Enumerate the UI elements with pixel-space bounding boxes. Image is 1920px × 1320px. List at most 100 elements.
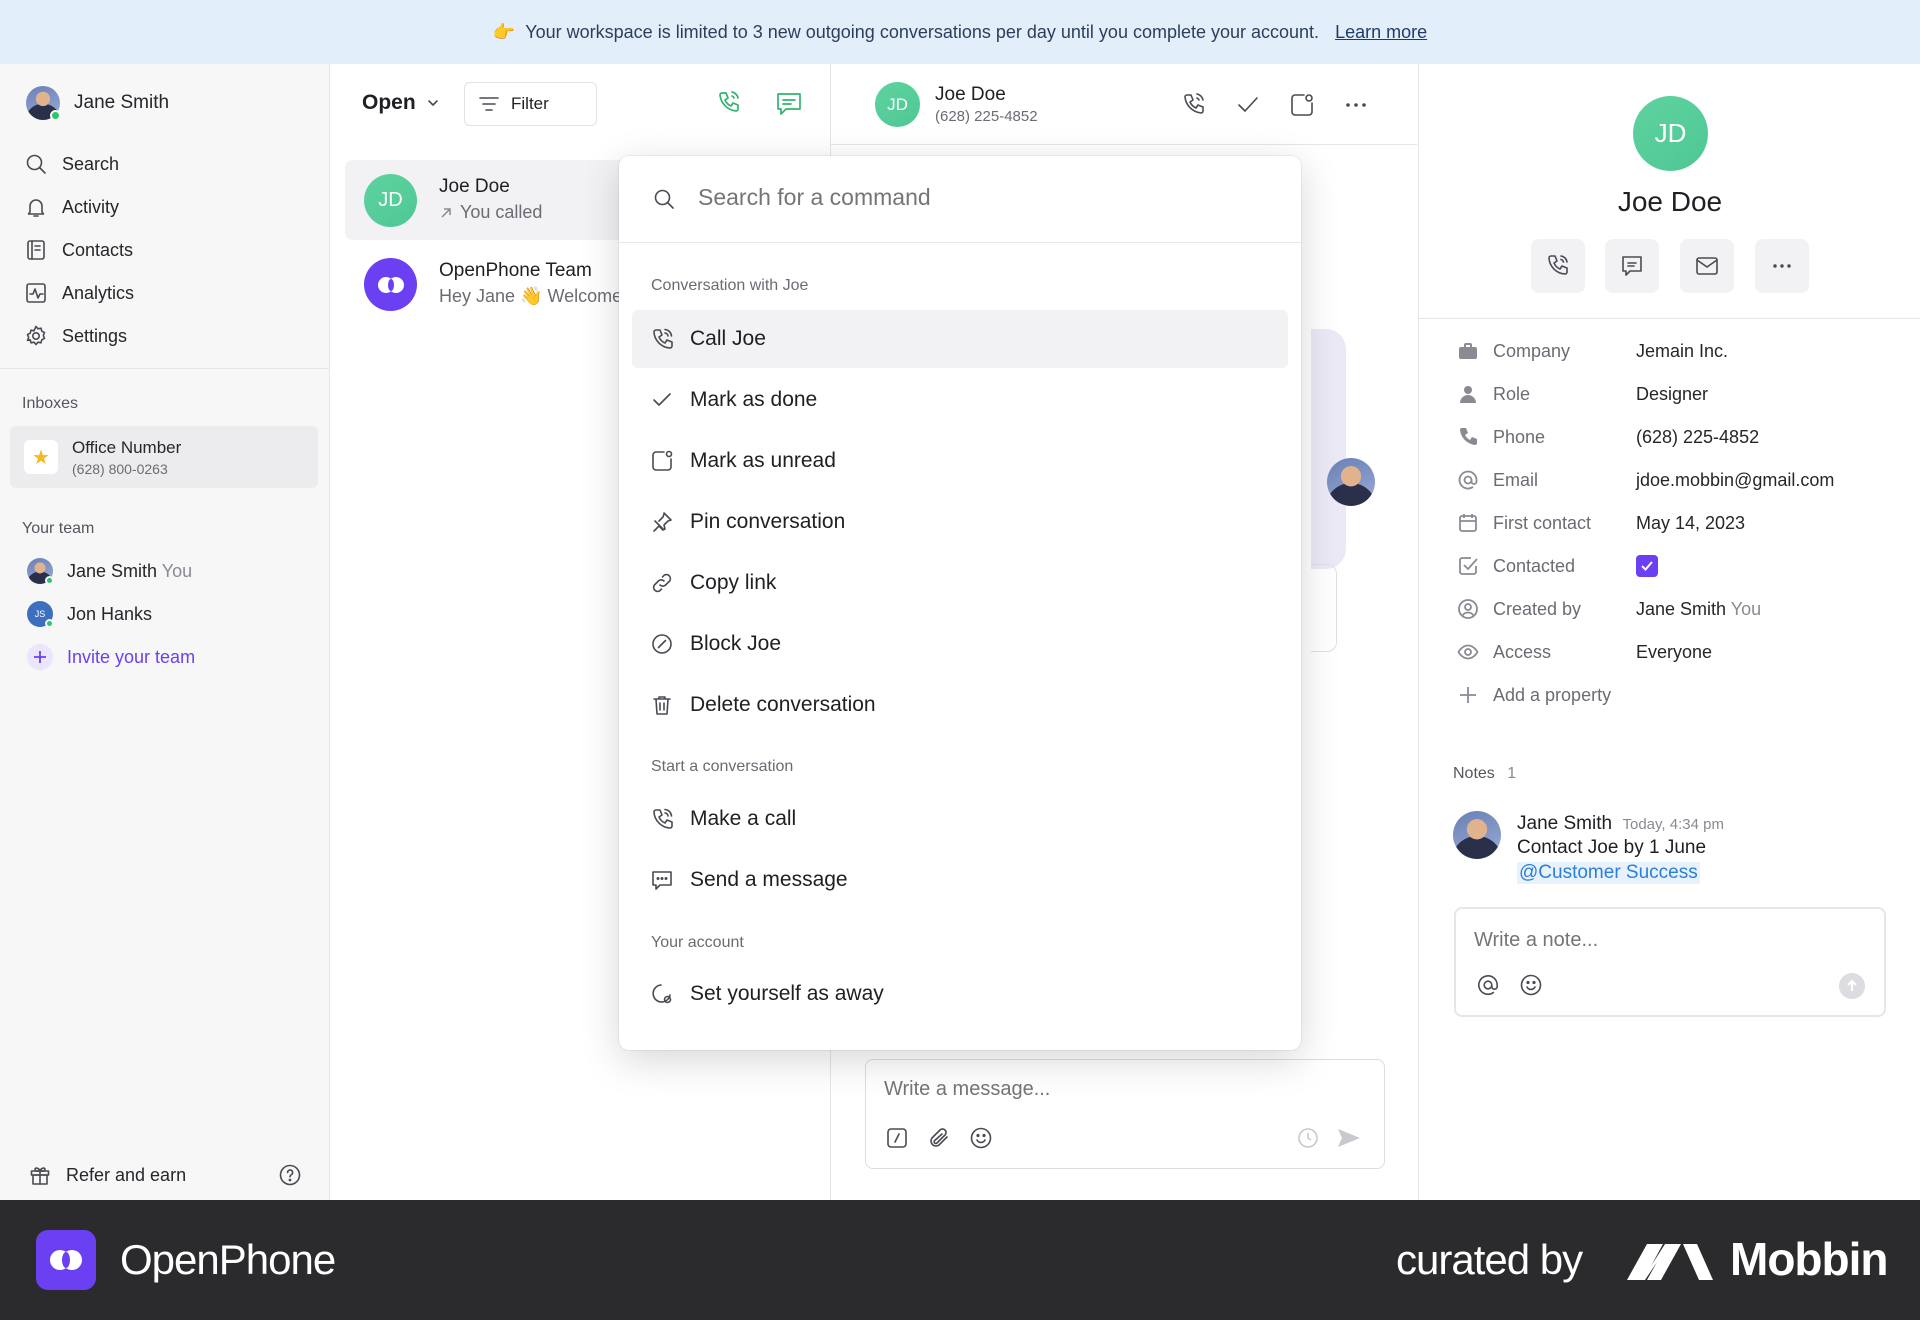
team-member-name: Jane Smith	[67, 560, 158, 581]
more-icon	[1769, 253, 1795, 279]
phone-icon	[650, 327, 674, 351]
property-label: Contacted	[1493, 555, 1576, 576]
user-circle-icon	[1457, 598, 1479, 620]
contact-more-button[interactable]	[1755, 239, 1809, 293]
help-icon[interactable]	[278, 1163, 302, 1187]
sidebar-item-activity[interactable]: Activity	[24, 195, 119, 219]
sidebar: Jane Smith Search Activity Contacts Anal…	[0, 64, 330, 1200]
command-search	[619, 156, 1301, 243]
command-call-joe[interactable]: Call Joe	[632, 310, 1288, 368]
emoji-icon[interactable]	[969, 1126, 993, 1150]
filter-button[interactable]: Filter	[464, 82, 597, 126]
note-input[interactable]	[1474, 929, 1864, 952]
command-pin-conversation[interactable]: Pin conversation	[632, 493, 1288, 551]
contact-email-button[interactable]	[1680, 239, 1734, 293]
call-icon[interactable]	[1180, 91, 1208, 119]
conversation-preview: Hey Jane 👋 Welcome	[439, 286, 623, 306]
attachment-icon[interactable]	[927, 1126, 951, 1150]
contact-call-button[interactable]	[1531, 239, 1585, 293]
briefcase-icon	[1457, 340, 1479, 362]
property-first-contact[interactable]: First contact May 14, 2023	[1457, 512, 1745, 534]
mark-unread-icon	[650, 449, 674, 473]
command-set-yourself-as-away[interactable]: Set yourself as away	[632, 965, 1288, 1023]
note-mention[interactable]: @Customer Success	[1517, 862, 1700, 884]
status-dropdown[interactable]: Open	[362, 91, 440, 115]
send-icon[interactable]	[1336, 1126, 1362, 1150]
team-member-avatar: JS	[27, 601, 54, 628]
team-member-jane[interactable]: Jane Smith You	[27, 558, 193, 585]
property-role[interactable]: Role Designer	[1457, 383, 1708, 405]
inbox-office-number[interactable]: ★ Office Number (628) 800-0263	[10, 426, 318, 488]
command-delete-conversation[interactable]: Delete conversation	[632, 676, 1288, 734]
team-member-avatar	[27, 558, 54, 585]
star-icon: ★	[24, 440, 58, 474]
plus-icon	[27, 644, 53, 670]
contact-message-button[interactable]	[1605, 239, 1659, 293]
command-copy-link[interactable]: Copy link	[632, 554, 1288, 612]
message-composer	[865, 1059, 1385, 1169]
command-block-joe[interactable]: Block Joe	[632, 615, 1288, 673]
command-mark-as-unread[interactable]: Mark as unread	[632, 432, 1288, 490]
chat-contact-phone: (628) 225-4852	[935, 108, 1038, 125]
refer-and-earn-button[interactable]: Refer and earn	[28, 1163, 186, 1187]
new-call-icon[interactable]	[715, 89, 745, 119]
property-value: Jane Smith	[1636, 598, 1727, 619]
snippet-icon[interactable]	[885, 1126, 909, 1150]
sidebar-item-search[interactable]: Search	[24, 152, 119, 176]
command-send-a-message[interactable]: Send a message	[632, 851, 1288, 909]
submit-note-icon[interactable]	[1839, 973, 1865, 999]
curated-by-text: curated by	[1396, 1236, 1583, 1283]
new-message-icon[interactable]	[774, 89, 804, 119]
invite-team-button[interactable]: Invite your team	[27, 644, 195, 670]
at-icon	[1457, 469, 1479, 491]
property-company[interactable]: Company Jemain Inc.	[1457, 340, 1728, 362]
property-label: Company	[1493, 340, 1571, 361]
add-property-button[interactable]: Add a property	[1457, 684, 1611, 706]
property-label: Created by	[1493, 598, 1582, 619]
learn-more-link[interactable]: Learn more	[1335, 22, 1427, 43]
user-name: Jane Smith	[74, 92, 170, 113]
property-email[interactable]: Email jdoe.mobbin@gmail.com	[1457, 469, 1834, 491]
openphone-logo	[36, 1230, 96, 1290]
sidebar-item-settings[interactable]: Settings	[24, 324, 127, 348]
you-tag: You	[161, 560, 193, 581]
section-your-account: Your account	[651, 934, 744, 951]
team-member-name: Jon Hanks	[67, 603, 153, 624]
chat-contact-name[interactable]: Joe Doe	[935, 84, 1006, 106]
user-profile[interactable]: Jane Smith	[26, 86, 170, 121]
sidebar-item-contacts[interactable]: Contacts	[24, 238, 133, 262]
contacts-book-icon	[24, 238, 48, 262]
message-input[interactable]	[884, 1078, 1364, 1101]
mobbin-logo-icon	[1625, 1238, 1715, 1282]
contact-name: Joe Doe	[1617, 186, 1723, 217]
emoji-icon[interactable]	[1519, 973, 1543, 997]
sidebar-item-label: Search	[62, 153, 120, 174]
schedule-clock-icon[interactable]	[1296, 1126, 1320, 1150]
property-phone[interactable]: Phone (628) 225-4852	[1457, 426, 1759, 448]
command-make-a-call[interactable]: Make a call	[632, 790, 1288, 848]
conversation-name: OpenPhone Team	[439, 260, 592, 281]
property-access[interactable]: Access Everyone	[1457, 641, 1712, 663]
command-mark-as-done[interactable]: Mark as done	[632, 371, 1288, 429]
sidebar-item-analytics[interactable]: Analytics	[24, 281, 134, 305]
sidebar-item-label: Analytics	[62, 282, 135, 303]
property-contacted[interactable]: Contacted	[1457, 555, 1658, 577]
team-member-jon[interactable]: JS Jon Hanks	[27, 601, 153, 628]
user-avatar	[26, 86, 61, 121]
property-created-by[interactable]: Created by Jane Smith You	[1457, 598, 1761, 620]
command-label: Delete conversation	[690, 693, 876, 716]
mark-unread-icon[interactable]	[1288, 91, 1316, 119]
more-icon[interactable]	[1342, 91, 1370, 119]
property-value: May 14, 2023	[1636, 512, 1746, 533]
property-value: Jemain Inc.	[1636, 340, 1729, 361]
command-search-input[interactable]	[698, 184, 1258, 211]
block-icon	[650, 632, 674, 656]
filter-icon	[477, 92, 501, 116]
check-icon[interactable]	[1234, 91, 1262, 119]
sidebar-item-label: Contacts	[62, 239, 134, 260]
contacted-checkbox[interactable]	[1636, 555, 1658, 577]
property-value: Everyone	[1636, 641, 1713, 662]
conversation-name: Joe Doe	[439, 176, 510, 197]
inbox-number: (628) 800-0263	[72, 460, 168, 477]
at-mention-icon[interactable]	[1476, 973, 1500, 997]
